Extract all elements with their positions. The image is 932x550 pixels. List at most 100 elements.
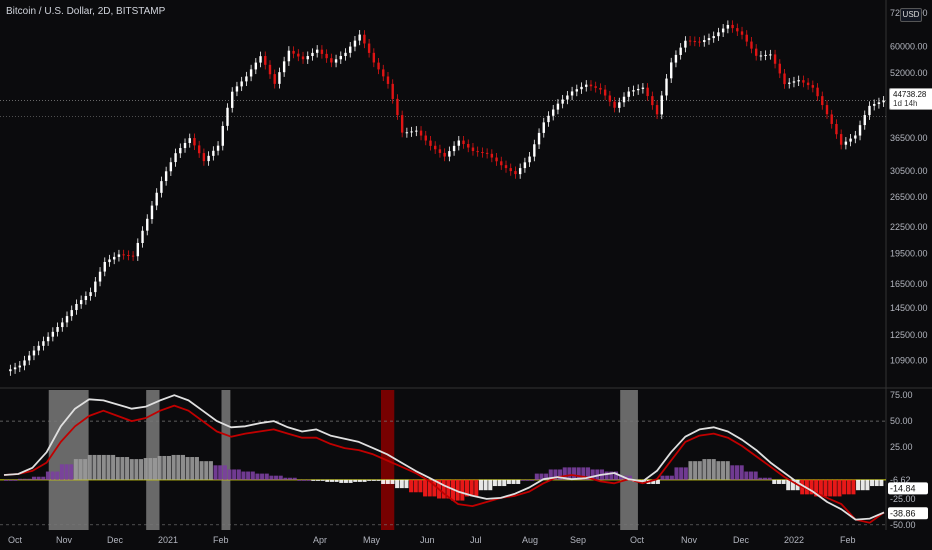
histogram-bar — [348, 479, 353, 483]
candle-body — [627, 91, 630, 97]
histogram-bar — [13, 479, 18, 481]
histogram-bar — [772, 479, 777, 484]
histogram-bar — [525, 479, 530, 481]
histogram-bar — [870, 479, 875, 487]
candle-body — [641, 87, 645, 89]
time-axis-label: Dec — [733, 535, 750, 545]
histogram-bar — [762, 477, 767, 480]
histogram-bar — [213, 465, 218, 480]
histogram-bar — [264, 473, 269, 480]
candle-body — [212, 150, 215, 156]
candle-body — [452, 145, 456, 152]
candle-body — [419, 130, 423, 136]
histogram-bar — [460, 479, 465, 501]
candle-body — [330, 58, 333, 63]
histogram-bar — [129, 459, 134, 480]
histogram-bar — [194, 457, 199, 480]
candle-body — [98, 271, 102, 282]
candle-body — [339, 55, 342, 60]
histogram-bar — [115, 457, 120, 480]
candle-body — [863, 115, 866, 126]
histogram-bar — [208, 461, 213, 480]
candle-body — [353, 40, 357, 47]
histogram-bar — [176, 454, 181, 480]
price-tick-label: 26500.00 — [890, 192, 928, 202]
candle-body — [391, 83, 394, 99]
histogram-bar — [711, 459, 716, 480]
candle-body — [79, 300, 83, 305]
price-tick-label: 36500.00 — [890, 133, 928, 143]
candle-body — [400, 115, 404, 133]
candle-body — [854, 135, 857, 139]
candle-body — [802, 80, 805, 83]
candle-body — [372, 52, 376, 63]
histogram-bar — [786, 479, 791, 491]
indicator-tick-label: 25.00 — [890, 442, 913, 452]
histogram-bar — [739, 465, 744, 480]
candle-body — [481, 152, 484, 154]
histogram-bar — [162, 455, 167, 480]
histogram-bar — [423, 479, 428, 497]
histogram-bar — [283, 477, 288, 480]
histogram-bar — [17, 478, 23, 480]
histogram-bar — [376, 479, 381, 481]
candle-body — [660, 95, 663, 115]
histogram-bar — [180, 454, 185, 480]
candle-body — [754, 48, 758, 56]
candle-body — [830, 114, 833, 124]
histogram-bar — [707, 459, 712, 480]
candle-body — [561, 99, 564, 104]
candle-body — [23, 360, 26, 366]
candle-body — [698, 41, 701, 43]
histogram-bar — [274, 475, 279, 480]
time-axis-label: Aug — [522, 535, 538, 545]
candle-body — [292, 50, 295, 54]
histogram-bar — [250, 471, 255, 480]
candle-body — [197, 145, 201, 154]
candle-body — [56, 326, 59, 332]
candle-body — [721, 28, 725, 33]
candle-body — [240, 81, 243, 87]
histogram-bar — [343, 479, 348, 483]
price-tick-label: 12500.00 — [890, 330, 928, 340]
candle-body — [117, 254, 121, 257]
histogram-bar — [190, 457, 195, 480]
histogram-bar — [222, 465, 227, 480]
histogram-bar — [315, 479, 321, 481]
candle-body — [141, 230, 144, 244]
candle-body — [495, 157, 498, 162]
histogram-bar — [413, 479, 418, 493]
candle-body — [358, 34, 361, 41]
candle-body — [703, 40, 706, 43]
candle-body — [504, 165, 508, 169]
time-axis-label: May — [363, 535, 381, 545]
indicator-tick-label: -38.86 — [890, 508, 916, 518]
histogram-bar — [730, 465, 735, 480]
currency-button[interactable]: USD — [900, 8, 922, 22]
histogram-bar — [534, 473, 539, 480]
candle-body — [684, 40, 687, 48]
last-price-value: 44738.28 — [893, 90, 927, 99]
histogram-bar — [776, 479, 781, 484]
price-tick-label: 52000.00 — [890, 68, 928, 78]
candle-body — [46, 336, 50, 342]
histogram-bar — [572, 467, 577, 480]
histogram-bar — [125, 457, 130, 480]
histogram-bar — [171, 454, 176, 480]
candle-body — [249, 69, 253, 77]
candle-body — [618, 102, 621, 108]
candle-body — [207, 155, 210, 162]
candle-body — [589, 84, 593, 87]
time-axis-label: Jul — [470, 535, 482, 545]
candle-body — [490, 153, 494, 158]
candle-body — [438, 149, 442, 153]
candle-body — [457, 140, 461, 146]
candle-body — [806, 82, 810, 86]
histogram-bar — [288, 477, 293, 480]
histogram-bar — [688, 461, 693, 480]
candle-body — [160, 181, 163, 193]
candle-body — [858, 125, 862, 136]
time-axis-label: Oct — [8, 535, 23, 545]
histogram-bar — [697, 461, 702, 480]
candle-body — [778, 63, 781, 74]
